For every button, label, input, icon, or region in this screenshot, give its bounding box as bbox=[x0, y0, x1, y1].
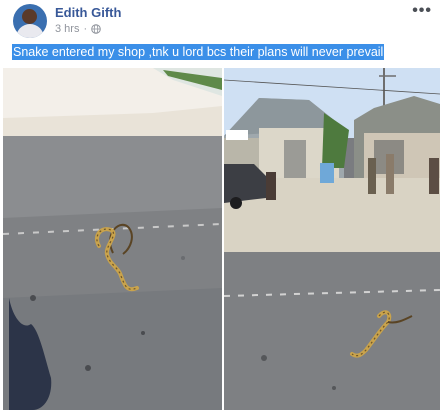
post-photo-2[interactable] bbox=[224, 68, 440, 410]
post-timestamp[interactable]: 3 hrs bbox=[55, 23, 79, 35]
post-photos bbox=[3, 68, 440, 410]
author-name[interactable]: Edith Gifth bbox=[55, 5, 121, 20]
post-photo-1[interactable] bbox=[3, 68, 222, 410]
meta-separator: · bbox=[83, 23, 88, 35]
author-avatar[interactable] bbox=[13, 4, 47, 38]
facebook-post: Edith Gifth 3 hrs · ••• Snake entered my… bbox=[0, 0, 440, 410]
post-caption: Snake entered my shop ,tnk u lord bcs th… bbox=[12, 44, 385, 60]
more-options-icon[interactable]: ••• bbox=[412, 2, 432, 20]
post-header: Edith Gifth 3 hrs · ••• bbox=[0, 0, 440, 44]
post-meta: 3 hrs · bbox=[55, 23, 101, 35]
globe-icon bbox=[91, 24, 101, 34]
